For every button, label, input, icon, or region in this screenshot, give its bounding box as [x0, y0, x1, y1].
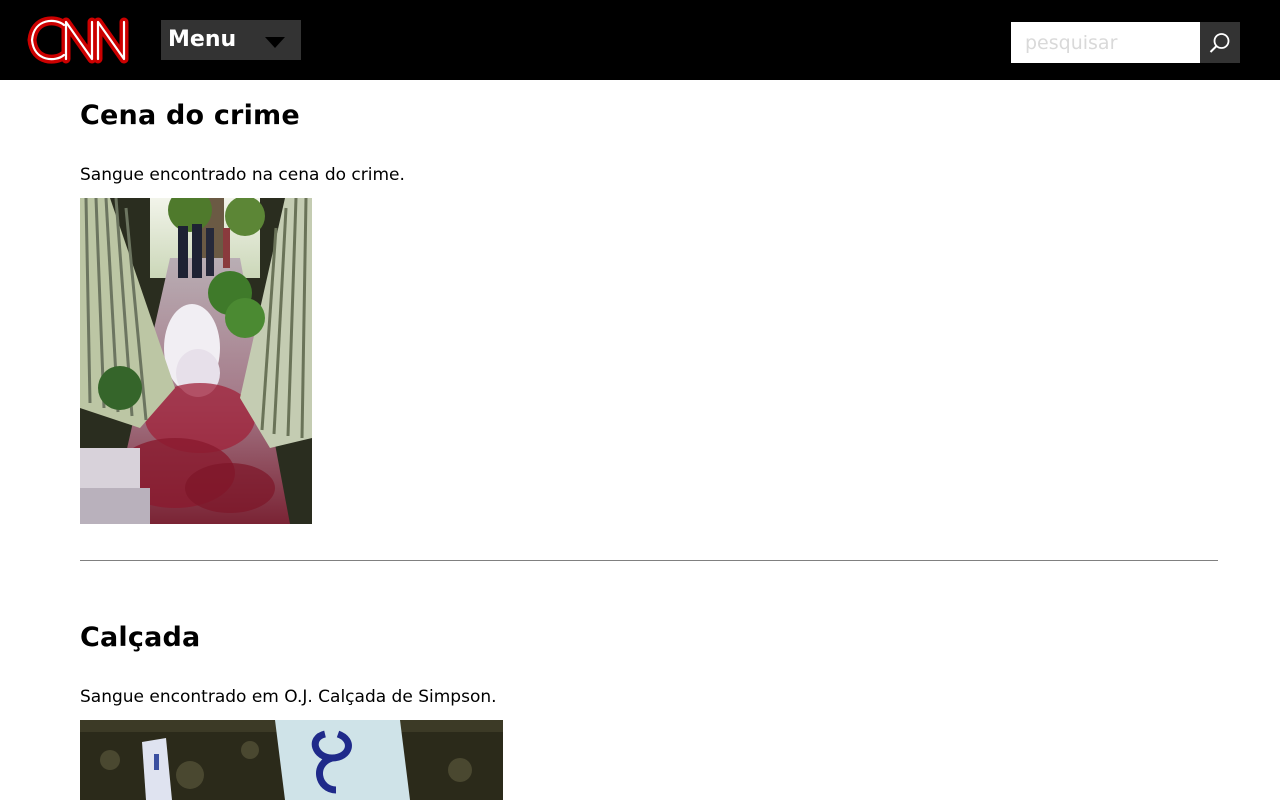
crime-scene-photo — [80, 198, 312, 524]
article-crime-scene: Cena do crime — [80, 98, 300, 134]
menu-button-label: Menu — [168, 27, 237, 52]
search-icon — [1209, 33, 1230, 53]
article-caption: Sangue encontrado em O.J. Calçada de Sim… — [80, 687, 497, 707]
menu-button[interactable]: Menu — [161, 20, 301, 60]
sidewalk-evidence-photo — [80, 720, 503, 800]
article-title: Cena do crime — [80, 100, 300, 131]
search-input[interactable] — [1011, 22, 1200, 63]
article-caption-wrap: Sangue encontrado em O.J. Calçada de Sim… — [80, 685, 497, 709]
article-sidewalk: Calçada — [80, 620, 200, 656]
search-button[interactable] — [1200, 22, 1240, 63]
article-caption: Sangue encontrado na cena do crime. — [80, 165, 405, 185]
section-divider — [80, 560, 1218, 561]
article-caption-wrap: Sangue encontrado na cena do crime. — [80, 163, 405, 187]
top-navigation-bar: Menu — [0, 0, 1280, 80]
article-title: Calçada — [80, 622, 201, 653]
cnn-logo[interactable] — [26, 13, 136, 67]
caret-down-icon — [265, 37, 285, 48]
